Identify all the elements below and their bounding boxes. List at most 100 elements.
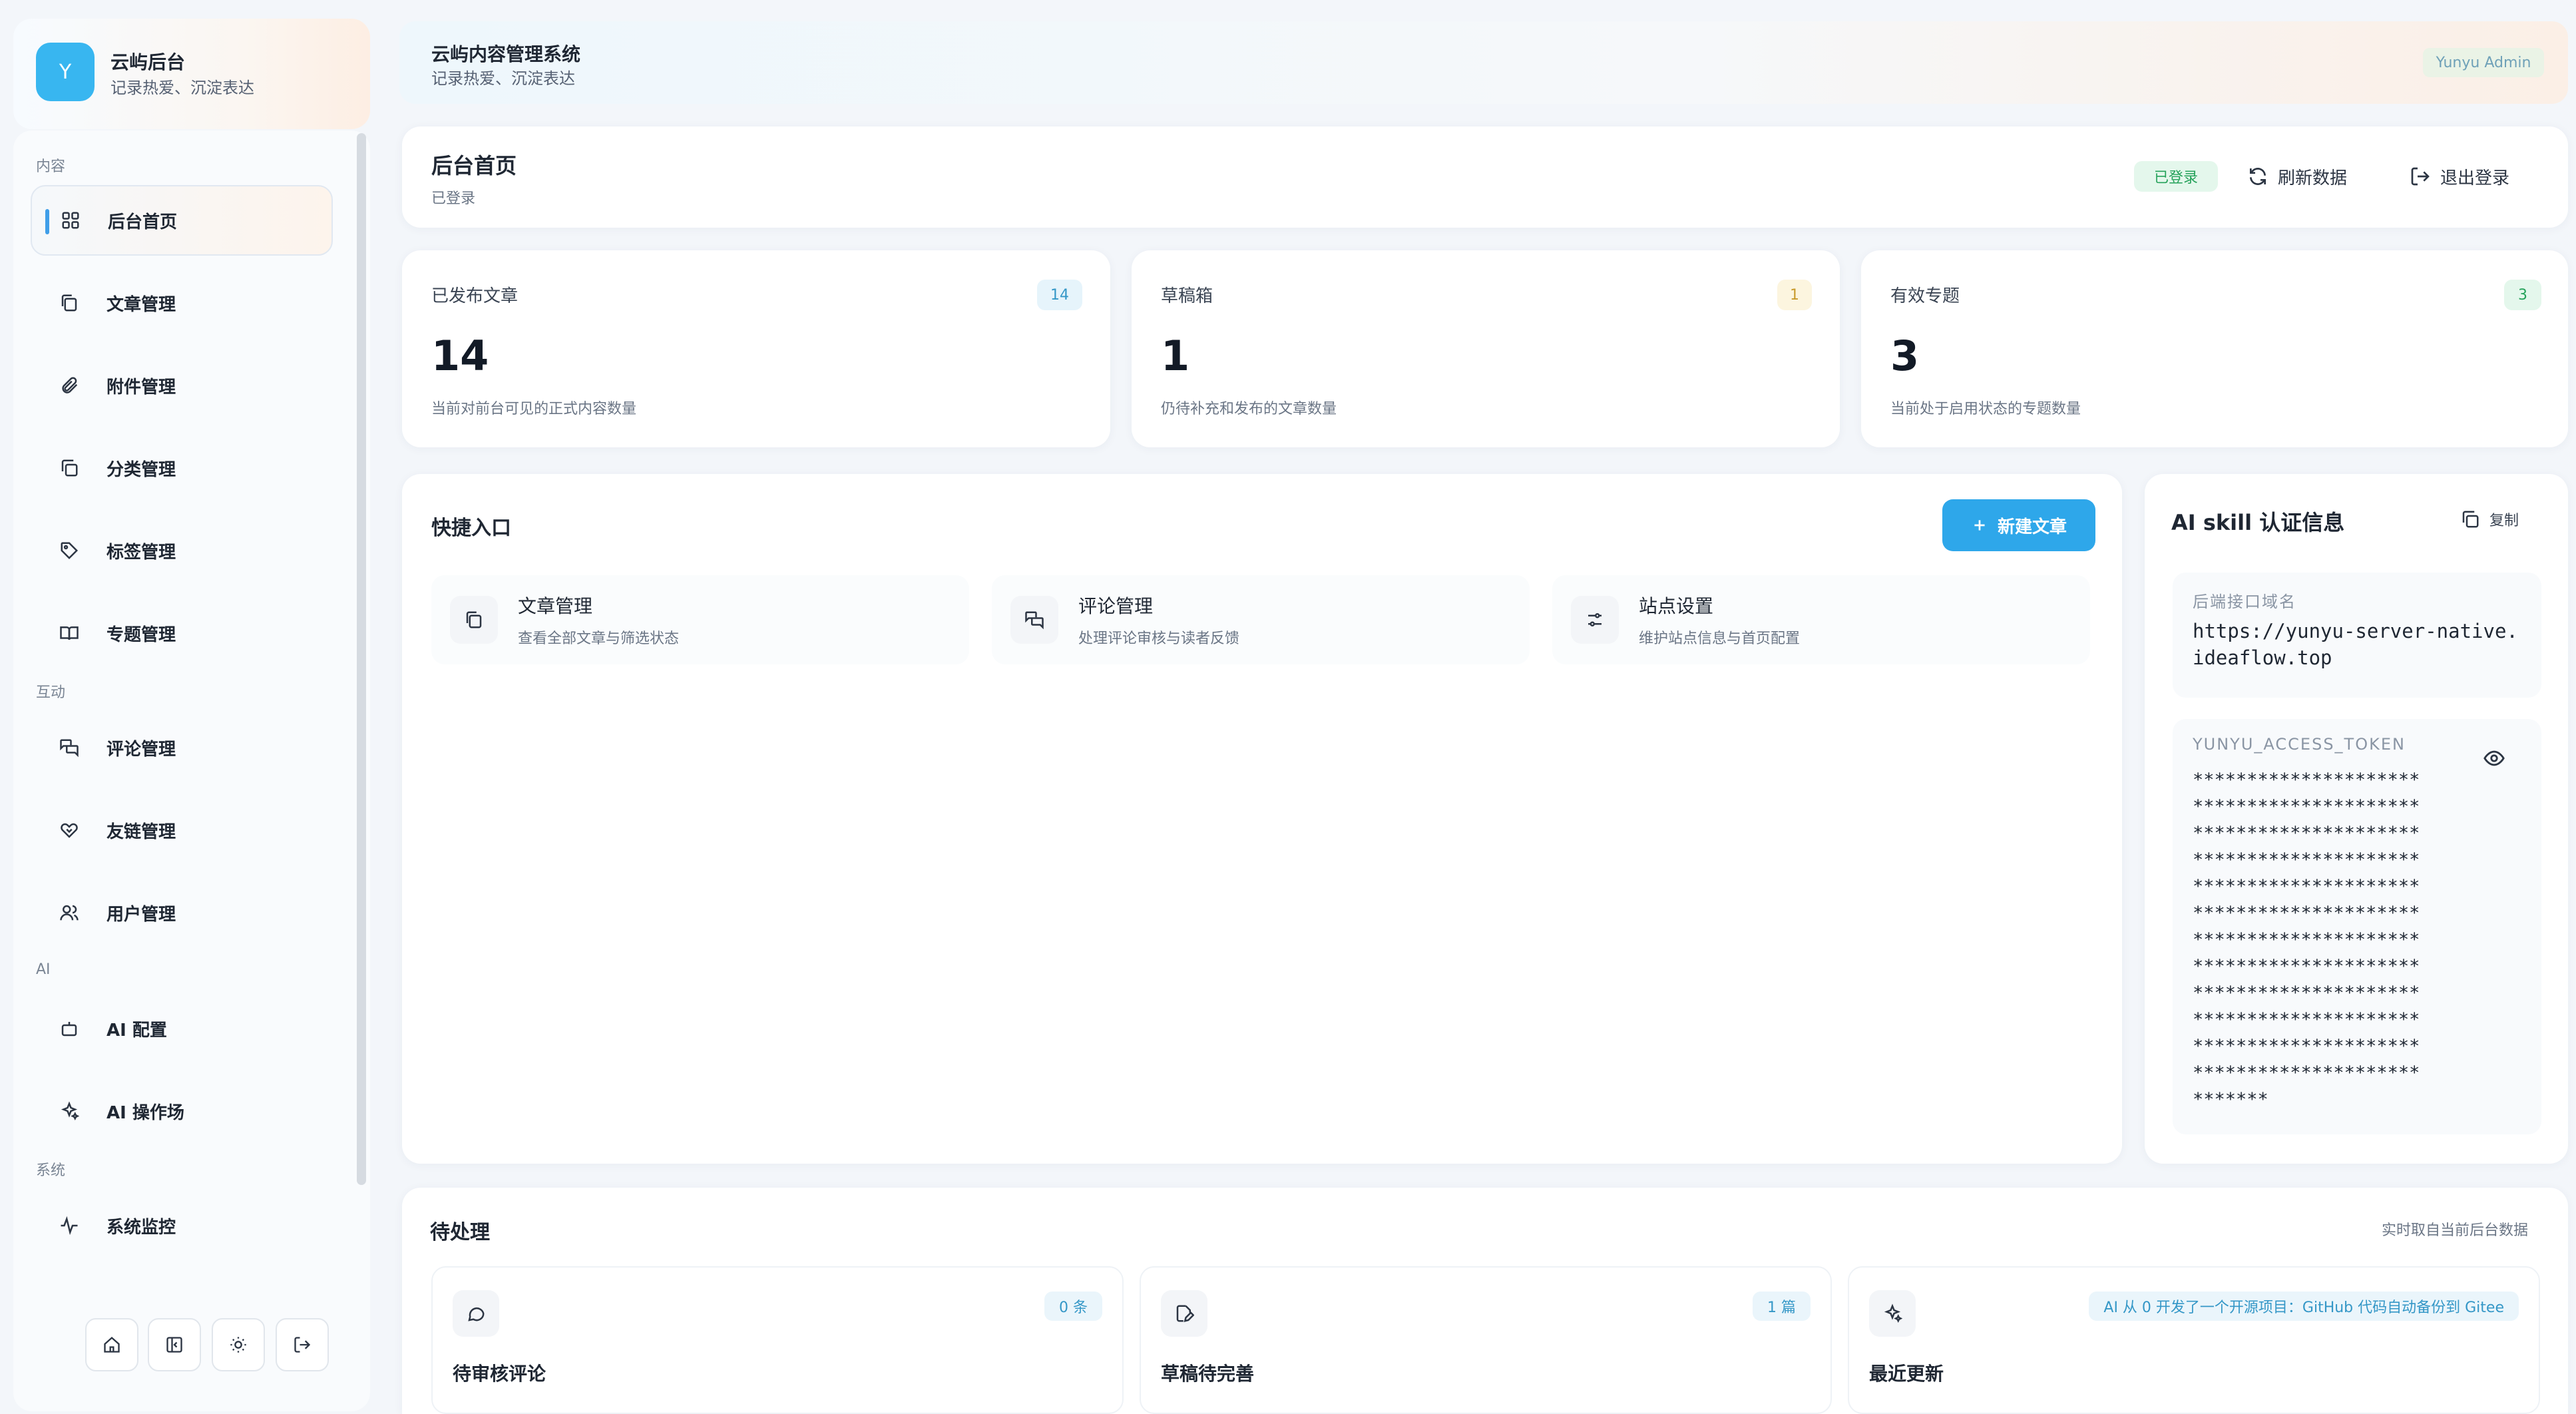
sidebar-item-articles[interactable]: 文章管理	[31, 268, 333, 338]
sidebar-item-categories[interactable]: 分类管理	[31, 433, 333, 503]
sidebar-item-users[interactable]: 用户管理	[31, 877, 333, 948]
pending-item-title: 待审核评论	[453, 1363, 546, 1385]
stat-badge: 1	[1777, 280, 1812, 310]
pending-count-badge: 1 篇	[1753, 1292, 1811, 1321]
quick-entry-title: 快捷入口	[431, 517, 511, 540]
documents-icon	[49, 283, 89, 323]
nav-section-ai: AI	[36, 961, 51, 978]
sidebar-item-comments[interactable]: 评论管理	[31, 712, 333, 783]
sidebar-item-dashboard[interactable]: 后台首页	[31, 185, 333, 256]
sidebar-item-topics[interactable]: 专题管理	[31, 598, 333, 668]
plus-icon	[1971, 517, 1988, 534]
token-line: *********************	[2193, 849, 2420, 870]
quick-item-description: 维护站点信息与首页配置	[1639, 630, 1801, 647]
copy-icon	[2460, 509, 2480, 529]
show-token-toggle[interactable]	[2483, 747, 2505, 770]
stat-description: 当前处于启用状态的专题数量	[1890, 401, 2081, 417]
quick-item-title: 评论管理	[1078, 595, 1154, 617]
recent-update-link[interactable]: AI 从 0 开发了一个开源项目：GitHub 代码自动备份到 Gitee	[2089, 1292, 2519, 1321]
ai-skill-title: AI skill 认证信息	[2171, 510, 2345, 535]
collapse-sidebar-button[interactable]	[148, 1318, 201, 1371]
token-label: YUNYU_ACCESS_TOKEN	[2193, 735, 2406, 754]
sidebar-item-label: 用户管理	[107, 904, 176, 925]
token-line: *********************	[2193, 1062, 2420, 1083]
page-title: 后台首页	[431, 153, 517, 178]
domain-value[interactable]: https://yunyu-server-native. ideaflow.to…	[2193, 618, 2518, 671]
sidebar-item-ai-playground[interactable]: AI 操作场	[31, 1076, 333, 1146]
page-head-card	[402, 126, 2568, 228]
pending-note: 实时取自当前后台数据	[2382, 1222, 2529, 1239]
login-status-badge: 已登录	[2134, 161, 2218, 192]
sidebar-item-label: 后台首页	[108, 212, 178, 232]
sliders-icon	[1571, 596, 1619, 644]
sidebar-item-system-monitor[interactable]: 系统监控	[31, 1190, 333, 1261]
refresh-icon	[2247, 166, 2268, 187]
brand-avatar: Y	[36, 43, 95, 101]
edit-doc-icon	[1161, 1290, 1207, 1337]
stat-value: 14	[431, 332, 489, 380]
sidebar-item-tags[interactable]: 标签管理	[31, 515, 333, 586]
quick-item-articles[interactable]: 文章管理 查看全部文章与筛选状态	[431, 575, 969, 664]
copy-button[interactable]: 复制	[2460, 509, 2519, 530]
home-icon	[103, 1335, 121, 1354]
stat-label: 已发布文章	[431, 286, 519, 306]
token-line: *********************	[2193, 876, 2420, 897]
token-line: *********************	[2193, 796, 2420, 817]
open-book-icon	[49, 613, 89, 653]
page-subtitle: 已登录	[431, 190, 476, 207]
quick-item-title: 文章管理	[518, 595, 593, 617]
stat-description: 仍待补充和发布的文章数量	[1161, 401, 1337, 417]
sidebar-item-label: AI 操作场	[107, 1102, 184, 1123]
folders-icon	[49, 448, 89, 488]
admin-badge[interactable]: Yunyu Admin	[2423, 48, 2544, 77]
sidebar-logout-button[interactable]	[276, 1318, 329, 1371]
domain-line: https://yunyu-server-native.	[2193, 620, 2518, 642]
quick-item-description: 查看全部文章与筛选状态	[518, 630, 680, 647]
sidebar-item-label: 评论管理	[107, 739, 176, 760]
quick-item-comments[interactable]: 评论管理 处理评论审核与读者反馈	[992, 575, 1530, 664]
domain-line: ideaflow.top	[2193, 646, 2332, 669]
refresh-data-button[interactable]: 刷新数据	[2247, 160, 2347, 193]
quick-item-site-settings[interactable]: 站点设置 维护站点信息与首页配置	[1552, 575, 2090, 664]
logout-icon	[2410, 166, 2431, 187]
copy-label: 复制	[2489, 513, 2519, 529]
sidebar-item-label: 友链管理	[107, 822, 176, 842]
brand-subtitle: 记录热爱、沉淀表达	[110, 79, 254, 97]
token-line: *********************	[2193, 1009, 2420, 1030]
pending-item-comments[interactable]: 0 条 待审核评论	[431, 1266, 1124, 1414]
nav-section-content: 内容	[36, 158, 66, 175]
new-article-label: 新建文章	[1997, 517, 2067, 537]
logout-button[interactable]: 退出登录	[2410, 160, 2509, 193]
users-icon	[49, 893, 89, 933]
sidebar-item-label: 分类管理	[107, 459, 176, 480]
token-line: *********************	[2193, 1036, 2420, 1057]
sidebar-item-friend-links[interactable]: 友链管理	[31, 795, 333, 865]
sparkles-icon	[49, 1091, 89, 1131]
handshake-icon	[49, 810, 89, 850]
pending-count-badge: 0 条	[1044, 1292, 1102, 1321]
pending-item-recent[interactable]: AI 从 0 开发了一个开源项目：GitHub 代码自动备份到 Gitee 最近…	[1848, 1266, 2540, 1414]
pending-item-title: 草稿待完善	[1161, 1363, 1255, 1385]
token-value[interactable]: ********************* ******************…	[2193, 767, 2420, 1113]
paperclip-icon	[49, 365, 89, 405]
quick-item-title: 站点设置	[1639, 595, 1714, 617]
sidebar-item-label: 标签管理	[107, 542, 176, 563]
new-article-button[interactable]: 新建文章	[1942, 499, 2095, 551]
quick-item-description: 处理评论审核与读者反馈	[1078, 630, 1240, 647]
sidebar-item-label: 文章管理	[107, 294, 176, 315]
pending-item-title: 最近更新	[1869, 1363, 1944, 1385]
sidebar-scrollbar[interactable]	[357, 133, 366, 1185]
pending-item-drafts[interactable]: 1 篇 草稿待完善	[1140, 1266, 1832, 1414]
sun-icon	[229, 1335, 248, 1354]
stat-card-topics: 有效专题 3 3 当前处于启用状态的专题数量	[1861, 250, 2568, 447]
stat-value: 3	[1890, 332, 1920, 380]
home-button[interactable]	[85, 1318, 138, 1371]
theme-toggle-button[interactable]	[212, 1318, 265, 1371]
system-title: 云屿内容管理系统	[431, 43, 581, 65]
sidebar-item-attachments[interactable]: 附件管理	[31, 350, 333, 421]
sidebar-item-ai-config[interactable]: AI 配置	[31, 993, 333, 1064]
token-line: *********************	[2193, 770, 2420, 790]
pending-title: 待处理	[430, 1221, 490, 1244]
stat-card-drafts: 草稿箱 1 1 仍待补充和发布的文章数量	[1132, 250, 1840, 447]
chat-bubbles-icon	[49, 728, 89, 768]
